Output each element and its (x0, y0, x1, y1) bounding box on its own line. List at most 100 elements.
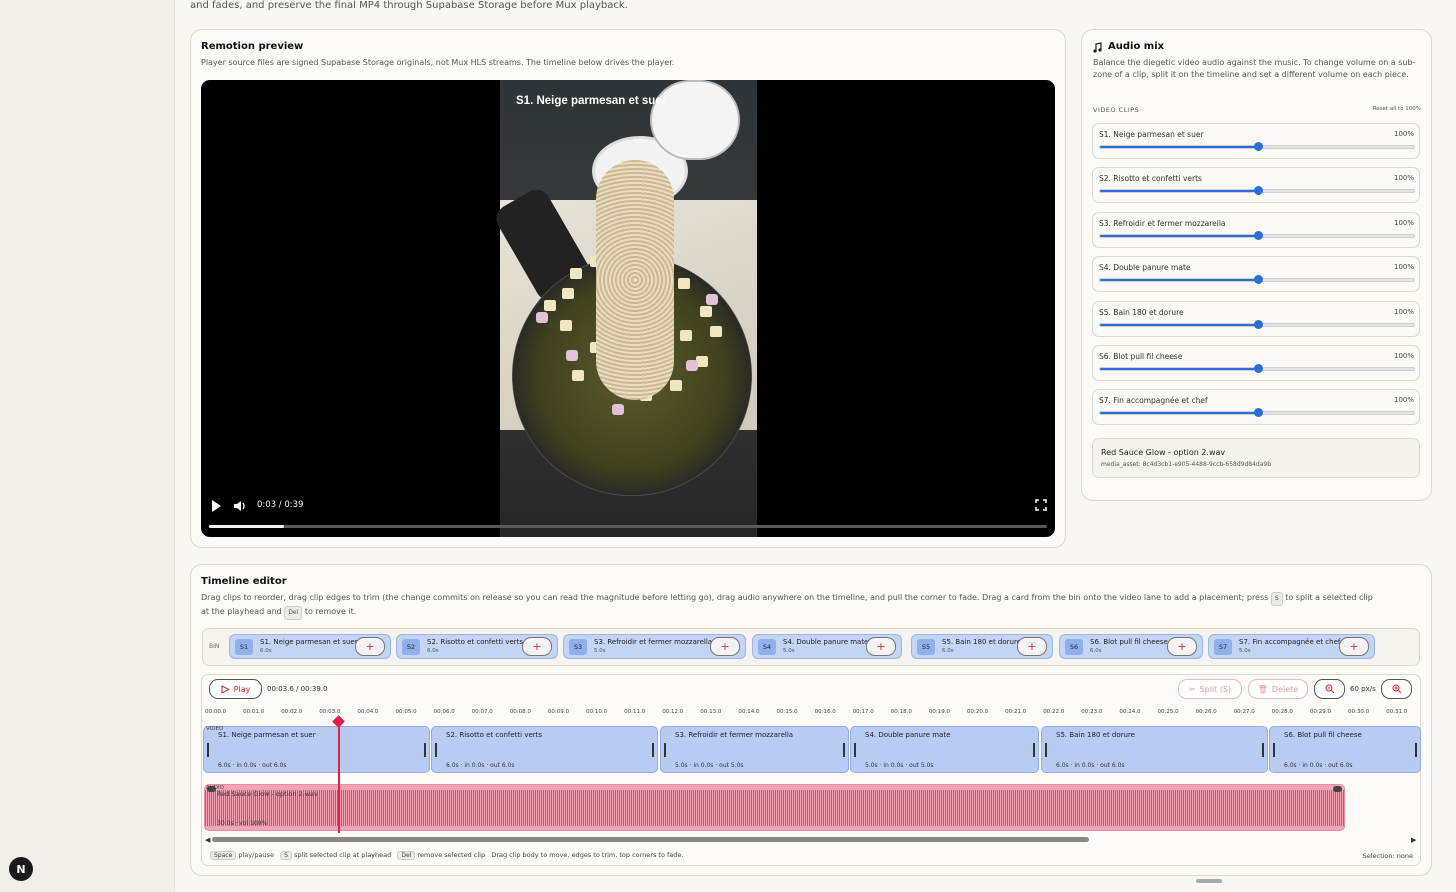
bin-card[interactable]: S5 S5. Bain 180 et dorure 6.0s + (911, 634, 1053, 659)
volume-slider[interactable] (1099, 408, 1415, 418)
app-badge-icon[interactable]: N (9, 857, 33, 881)
video-clip-name: S4. Double panure mate (865, 731, 951, 739)
video-clips-label: VIDEO CLIPS (1093, 106, 1140, 114)
volume-slider-row: S2. Risotto et confetti verts 100% (1092, 167, 1420, 204)
volume-slider-knob[interactable] (1254, 186, 1263, 196)
ruler-tick: 00:19.0 (928, 709, 950, 715)
fade-out-handle[interactable] (1333, 786, 1342, 792)
timeline-scrollbar[interactable] (212, 837, 1089, 842)
left-sidebar: N (0, 0, 175, 892)
volume-slider[interactable] (1099, 275, 1415, 285)
video-clip-detail: 6.0s · in 0.0s · out 6.0s (1056, 762, 1125, 769)
trim-handle-right[interactable] (1033, 743, 1035, 757)
add-clip-button[interactable]: + (1167, 637, 1197, 656)
video-clip[interactable]: S4. Double panure mate 5.0s · in 0.0s · … (850, 726, 1039, 773)
add-clip-button[interactable]: + (1017, 637, 1047, 656)
trim-handle-left[interactable] (207, 743, 209, 757)
clip-volume-name: S3. Refroidir et fermer mozzarella (1099, 218, 1226, 228)
fullscreen-icon[interactable] (1035, 499, 1047, 511)
video-clip-name: S2. Risotto et confetti verts (446, 731, 543, 739)
volume-slider[interactable] (1099, 142, 1415, 151)
trim-handle-right[interactable] (652, 743, 654, 757)
frame-rice (596, 160, 674, 400)
kbd-s: S (1270, 592, 1283, 606)
video-player[interactable]: S1. Neige parmesan et suer 0:03 / 0:39 (201, 80, 1055, 537)
bin-card-duration: 5.0s (1239, 648, 1251, 654)
delete-button[interactable]: 🗑 Delete (1248, 679, 1308, 699)
video-clip[interactable]: S5. Bain 180 et dorure 6.0s · in 0.0s · … (1041, 726, 1268, 773)
bin-card[interactable]: S6 S6. Blot pull fil cheese 6.0s + (1059, 634, 1203, 659)
ruler-tick: 00:12.0 (662, 709, 684, 715)
volume-slider-row: S6. Blot pull fil cheese 100% (1092, 345, 1420, 381)
trim-handle-left[interactable] (435, 743, 437, 757)
volume-slider-knob[interactable] (1254, 319, 1263, 329)
play-button[interactable]: Play (209, 679, 262, 699)
zoom-out-button[interactable] (1314, 679, 1345, 699)
ruler-tick: 00:03.0 (319, 709, 341, 715)
volume-slider-knob[interactable] (1254, 142, 1263, 151)
timeline-title: Timeline editor (201, 576, 287, 587)
bin-card-id: S6 (1065, 639, 1083, 655)
bin-card[interactable]: S1 S1. Neige parmesan et suer 6.0s + (229, 634, 391, 659)
bin-card[interactable]: S7 S7. Fin accompagnée et chef 5.0s + (1208, 634, 1375, 659)
add-clip-button[interactable]: + (866, 637, 896, 656)
trim-handle-right[interactable] (424, 743, 426, 757)
reset-all-button[interactable]: Reset all to 100% (1373, 106, 1421, 112)
ruler-tick: 00:21.0 (1005, 709, 1027, 715)
ruler-tick: 00:30.0 (1348, 709, 1370, 715)
scroll-right-icon[interactable]: ▶ (1411, 836, 1416, 844)
add-clip-button[interactable]: + (355, 637, 385, 656)
video-clip[interactable]: S2. Risotto et confetti verts 6.0s · in … (431, 726, 658, 773)
video-clip[interactable]: S3. Refroidir et fermer mozzarella 5.0s … (660, 726, 849, 773)
volume-slider[interactable] (1099, 230, 1415, 240)
audio-clip[interactable]: Red Sauce Glow - option 2.wav 30.0s · vo… (204, 784, 1345, 831)
add-clip-button[interactable]: + (1339, 637, 1369, 656)
trim-handle-right[interactable] (843, 743, 845, 757)
volume-slider[interactable] (1099, 364, 1415, 373)
kbd-del: Del (284, 606, 303, 620)
clip-volume-value: 100% (1393, 352, 1414, 360)
ruler-tick: 00:06.0 (433, 709, 455, 715)
ruler-tick: 00:17.0 (852, 709, 874, 715)
video-clip-name: S1. Neige parmesan et suer (218, 731, 316, 739)
audio-mix-description: Balance the diegetic video audio against… (1093, 58, 1416, 79)
bin-card[interactable]: S3 S3. Refroidir et fermer mozzarella 5.… (563, 634, 746, 659)
trim-handle-right[interactable] (1262, 743, 1264, 757)
volume-slider-knob[interactable] (1254, 275, 1263, 285)
video-lane-label: VIDEO (206, 726, 224, 732)
trim-handle-left[interactable] (1273, 743, 1275, 757)
trim-handle-left[interactable] (1045, 743, 1047, 757)
scroll-left-icon[interactable]: ◀ (205, 836, 210, 844)
clip-volume-name: S7. Fin accompagnée et chef (1099, 396, 1208, 406)
volume-slider-knob[interactable] (1254, 364, 1263, 373)
trim-handle-right[interactable] (1415, 743, 1417, 757)
add-clip-button[interactable]: + (522, 637, 552, 656)
volume-slider-knob[interactable] (1254, 408, 1263, 418)
split-button[interactable]: ✂ Split (S) (1178, 679, 1242, 699)
video-clip[interactable]: S6. Blot pull fil cheese 6.0s · in 0.0s … (1269, 726, 1421, 773)
timeline-ruler[interactable]: 00:00.0 00:01.0 00:02.0 00:03.0 00:04.0 00:05… (205, 709, 1415, 721)
volume-slider[interactable] (1099, 186, 1415, 196)
music-name: Red Sauce Glow - option 2.wav (1101, 448, 1226, 457)
video-clip-name: S5. Bain 180 et dorure (1056, 731, 1135, 739)
player-progress[interactable] (209, 525, 1047, 528)
bin-card[interactable]: S2 S2. Risotto et confetti verts 6.0s + (396, 634, 558, 659)
trim-handle-left[interactable] (664, 743, 666, 757)
zoom-in-button[interactable] (1381, 679, 1412, 699)
video-clip[interactable]: S1. Neige parmesan et suer 6.0s · in 0.0… (203, 726, 430, 773)
clip-volume-value: 100% (1393, 263, 1414, 272)
volume-slider-knob[interactable] (1254, 230, 1263, 240)
volume-icon[interactable] (233, 499, 247, 513)
bin-card[interactable]: S4 S4. Double panure mate 5.0s + (752, 634, 902, 659)
player-progress-fill (209, 525, 285, 528)
add-clip-button[interactable]: + (710, 637, 740, 656)
bin-card-id: S2 (402, 639, 420, 655)
play-icon[interactable] (209, 499, 223, 513)
volume-slider[interactable] (1099, 319, 1415, 329)
ruler-tick: 00:18.0 (890, 709, 912, 715)
trim-handle-left[interactable] (854, 743, 856, 757)
video-clip-detail: 6.0s · in 0.0s · out 6.0s (218, 762, 287, 769)
ruler-tick: 00:02.0 (281, 709, 303, 715)
video-clip-detail: 5.0s · in 0.0s · out 5.0s (865, 762, 934, 769)
page-scrollbar[interactable] (1196, 879, 1222, 883)
